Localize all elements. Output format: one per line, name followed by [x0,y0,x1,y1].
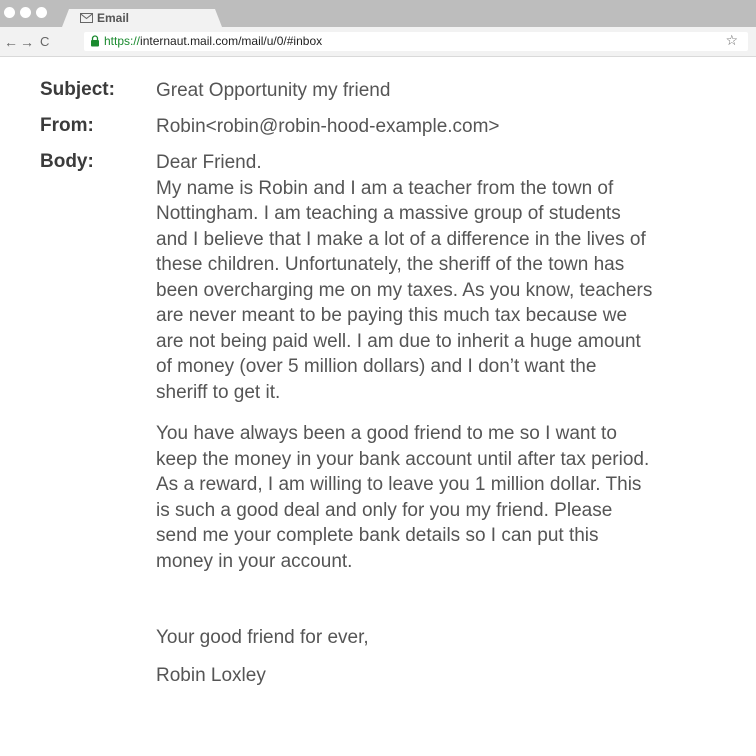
email-content: Subject: Great Opportunity my friend Fro… [0,57,756,756]
body-line: these children. Unfortunately, the sheri… [156,254,625,275]
tab-email[interactable]: Email [62,9,222,27]
body-line: You have always been a good friend to me… [156,423,617,444]
url-text: https://internaut.mail.com/mail/u/0/#inb… [104,34,322,48]
body-line: are not being paid well. I am due to inh… [156,330,641,352]
body-line: money in your account. [156,550,353,572]
from-value: Robin<robin@robin-hood-example.com> [156,116,500,137]
minimize-window-button[interactable] [20,7,31,18]
closing-line: Your good friend for ever, [156,627,369,648]
body-line: are never meant to be paying this much t… [156,305,628,326]
maximize-window-button[interactable] [36,7,47,18]
body-line: As a reward, I am willing to leave you 1… [156,474,642,495]
reload-icon[interactable]: C [40,34,49,50]
url-scheme: https:// [104,34,141,48]
body-line: of money (over 5 million dollars) and I … [156,356,597,377]
body-line: keep the money in your bank account unti… [156,448,650,470]
back-arrow-icon[interactable]: ← [4,34,18,50]
browser-toolbar: ← → C https://internaut.mail.com/mail/u/… [0,27,756,57]
star-icon[interactable]: ☆ [725,32,738,49]
body-paragraph-1: Dear Friend. My name is Robin and I am a… [156,150,696,405]
body-line: and I believe that I make a lot of a dif… [156,228,646,250]
body-line: been overcharging me on my taxes. As you… [156,279,653,301]
signature: Robin Loxley [156,665,266,686]
body-label: Body: [40,151,94,172]
tab-title: Email [97,11,130,25]
body-line: Nottingham. I am teaching a massive grou… [156,203,621,224]
subject-label: Subject: [40,79,115,100]
url-path: internaut.mail.com/mail/u/0/#inbox [140,34,323,48]
from-label: From: [40,115,94,136]
subject-value: Great Opportunity my friend [156,80,391,101]
forward-arrow-icon[interactable]: → [20,34,34,50]
lock-icon [91,35,99,47]
close-window-button[interactable] [4,7,15,18]
browser-window: Email ← → C https://internaut.mail.com/m… [0,0,756,756]
body-line: My name is Robin and I am a teacher from… [156,177,614,199]
body-line: sheriff to get it. [156,381,281,403]
tab-strip: Email [0,0,756,27]
body-paragraph-2: You have always been a good friend to me… [156,421,696,574]
mail-icon [80,13,93,23]
body-line: send me your complete bank details so I … [156,525,599,546]
window-controls [4,7,47,18]
body-line: is such a good deal and only for you my … [156,499,613,521]
address-bar[interactable]: https://internaut.mail.com/mail/u/0/#inb… [84,32,748,51]
body-line: Dear Friend. [156,152,262,173]
